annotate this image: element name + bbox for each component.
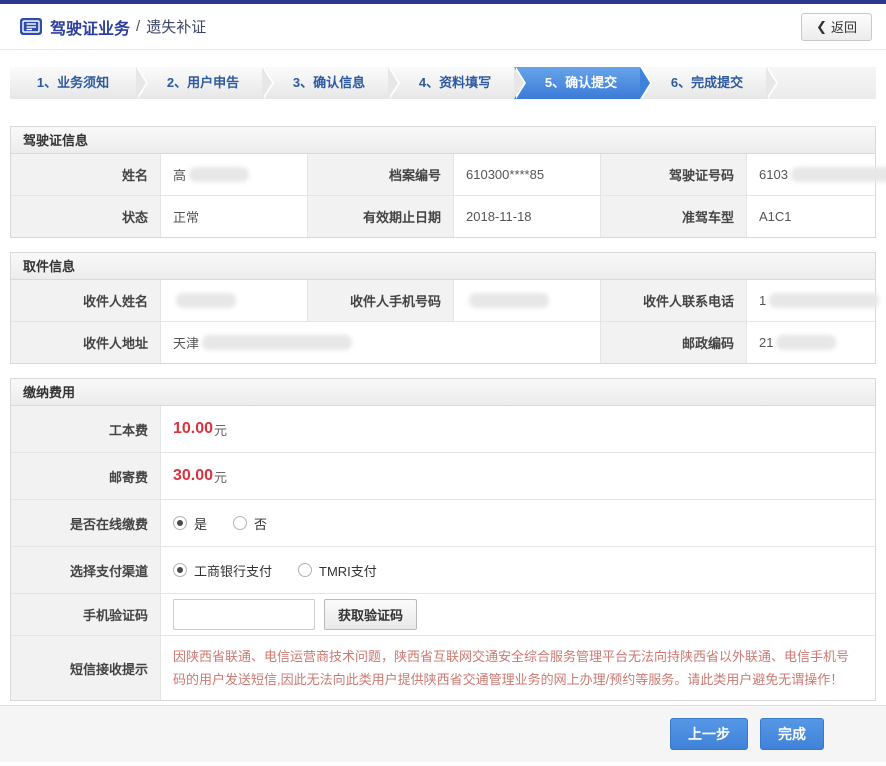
sms-notice-label: 短信接收提示 [11, 636, 161, 700]
pickup-info-section: 取件信息 收件人姓名 收件人手机号码 收件人联系电话 1 收件人地址 天津 邮政… [10, 252, 876, 364]
page-title: 驾驶证业务 [50, 15, 130, 39]
license-info-section: 驾驶证信息 姓名 高 档案编号 610300****85 驾驶证号码 6103 … [10, 126, 876, 238]
name-label: 姓名 [11, 154, 161, 195]
file-number-value: 610300****85 [454, 154, 601, 195]
back-button-label: 返回 [831, 17, 857, 36]
sms-code-controls: 获取验证码 [161, 594, 875, 635]
breadcrumb-separator: / [136, 18, 140, 35]
recipient-mobile-label: 收件人手机号码 [308, 280, 454, 321]
recipient-name-label: 收件人姓名 [11, 280, 161, 321]
recipient-phone-value: 1 [747, 280, 879, 321]
sms-code-row: 手机验证码 获取验证码 [11, 593, 875, 635]
redacted-blur [791, 167, 886, 182]
mail-fee-value: 30.00元 [161, 453, 875, 499]
work-fee-label: 工本费 [11, 406, 161, 452]
step-tab-4[interactable]: 4、资料填写 [388, 67, 514, 99]
recipient-phone-label: 收件人联系电话 [601, 280, 747, 321]
radio-selected-icon[interactable] [173, 563, 187, 577]
mail-fee-amount: 30.00 [173, 467, 213, 485]
table-row: 姓名 高 档案编号 610300****85 驾驶证号码 6103 [11, 154, 875, 195]
back-button[interactable]: ❮ 返回 [801, 13, 872, 41]
status-value: 正常 [161, 196, 308, 237]
zip-code-value: 21 [747, 322, 875, 363]
online-payment-row: 是否在线缴费 是 否 [11, 499, 875, 546]
sms-code-label: 手机验证码 [11, 594, 161, 635]
radio-unselected-icon[interactable] [233, 516, 247, 530]
get-sms-code-button[interactable]: 获取验证码 [324, 599, 417, 630]
radio-unselected-icon[interactable] [298, 563, 312, 577]
recipient-mobile-value [454, 280, 601, 321]
table-row: 收件人地址 天津 邮政编码 21 [11, 321, 875, 363]
finish-button[interactable]: 完成 [760, 718, 824, 750]
expiry-date-label: 有效期止日期 [308, 196, 454, 237]
sms-code-input[interactable] [173, 599, 315, 630]
recipient-name-value [161, 280, 308, 321]
sms-notice-cell: 因陕西省联通、电信运营商技术问题，陕西省互联网交通安全综合服务管理平台无法向持陕… [161, 636, 875, 700]
redacted-blur [202, 335, 352, 350]
fees-title: 缴纳费用 [11, 379, 875, 406]
online-payment-options: 是 否 [161, 500, 875, 546]
vehicle-class-value: A1C1 [747, 196, 875, 237]
channel-option-icbc[interactable]: 工商银行支付 [173, 561, 272, 580]
mail-fee-label: 邮寄费 [11, 453, 161, 499]
steps-filler [766, 67, 876, 99]
work-fee-value: 10.00元 [161, 406, 875, 452]
online-payment-option-yes[interactable]: 是 [173, 514, 207, 533]
recipient-address-label: 收件人地址 [11, 322, 161, 363]
status-label: 状态 [11, 196, 161, 237]
payment-channel-row: 选择支付渠道 工商银行支付 TMRI支付 [11, 546, 875, 593]
redacted-blur [776, 335, 836, 350]
vehicle-class-label: 准驾车型 [601, 196, 747, 237]
step-tab-1[interactable]: 1、业务须知 [10, 67, 136, 99]
chevron-left-icon: ❮ [816, 19, 827, 35]
step-progress-bar: 1、业务须知 2、用户申告 3、确认信息 4、资料填写 5、确认提交 6、完成提… [10, 67, 876, 99]
mail-fee-row: 邮寄费 30.00元 [11, 452, 875, 499]
page-header: 驾驶证业务 / 遗失补证 ❮ 返回 [0, 4, 886, 50]
sms-notice-text: 因陕西省联通、电信运营商技术问题，陕西省互联网交通安全综合服务管理平台无法向持陕… [161, 636, 875, 700]
redacted-blur [189, 167, 249, 182]
step-tab-3[interactable]: 3、确认信息 [262, 67, 388, 99]
expiry-date-value: 2018-11-18 [454, 196, 601, 237]
channel-option-tmri[interactable]: TMRI支付 [298, 561, 377, 580]
redacted-blur [769, 293, 879, 308]
work-fee-row: 工本费 10.00元 [11, 406, 875, 452]
license-number-value: 6103 [747, 154, 886, 195]
online-payment-option-no[interactable]: 否 [233, 514, 267, 533]
name-value: 高 [161, 154, 308, 195]
mail-fee-unit: 元 [214, 467, 227, 486]
table-row: 状态 正常 有效期止日期 2018-11-18 准驾车型 A1C1 [11, 195, 875, 237]
fees-section: 缴纳费用 工本费 10.00元 邮寄费 30.00元 是否在线缴费 是 否 选择… [10, 378, 876, 701]
radio-selected-icon[interactable] [173, 516, 187, 530]
work-fee-unit: 元 [214, 420, 227, 439]
online-payment-label: 是否在线缴费 [11, 500, 161, 546]
table-row: 收件人姓名 收件人手机号码 收件人联系电话 1 [11, 280, 875, 321]
license-service-icon [20, 18, 42, 35]
step-tab-5-active[interactable]: 5、确认提交 [514, 67, 640, 99]
file-number-label: 档案编号 [308, 154, 454, 195]
sms-notice-row: 短信接收提示 因陕西省联通、电信运营商技术问题，陕西省互联网交通安全综合服务管理… [11, 635, 875, 700]
work-fee-amount: 10.00 [173, 420, 213, 438]
previous-step-button[interactable]: 上一步 [670, 718, 748, 750]
license-info-title: 驾驶证信息 [11, 127, 875, 154]
license-number-label: 驾驶证号码 [601, 154, 747, 195]
zip-code-label: 邮政编码 [601, 322, 747, 363]
redacted-blur [469, 293, 549, 308]
payment-channel-label: 选择支付渠道 [11, 547, 161, 593]
recipient-address-value: 天津 [161, 322, 601, 363]
breadcrumb-current: 遗失补证 [146, 16, 206, 37]
step-tab-6[interactable]: 6、完成提交 [640, 67, 766, 99]
pickup-info-title: 取件信息 [11, 253, 875, 280]
payment-channel-options: 工商银行支付 TMRI支付 [161, 547, 875, 593]
step-tab-2[interactable]: 2、用户申告 [136, 67, 262, 99]
footer-action-bar: 上一步 完成 [0, 705, 886, 762]
redacted-blur [176, 293, 236, 308]
